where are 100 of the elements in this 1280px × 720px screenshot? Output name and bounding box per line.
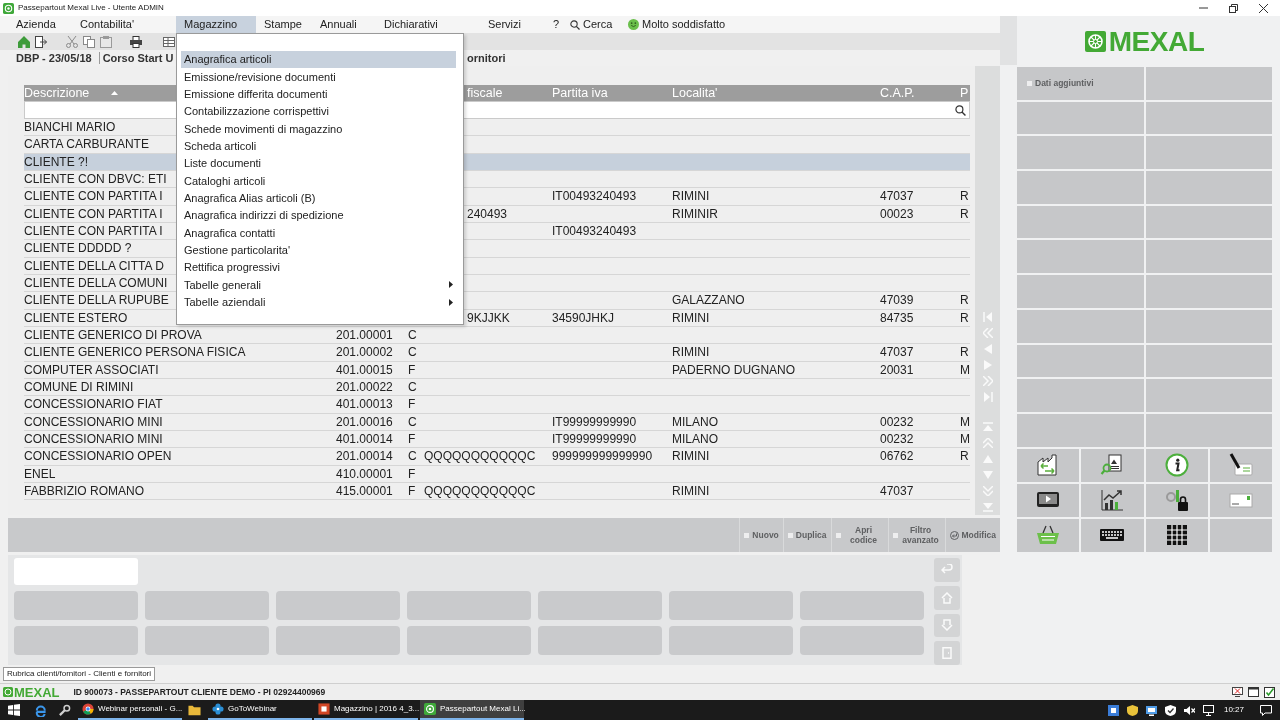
blank-button[interactable]: [538, 626, 662, 655]
table-row[interactable]: COMUNE DI RIMINI 201.00022 C: [24, 378, 970, 397]
table-row[interactable]: CONCESSIONARIO FIAT 401.00013 F: [24, 396, 970, 414]
speaker-muted-icon[interactable]: [1183, 704, 1195, 716]
clock[interactable]: 10:27: [1223, 706, 1244, 714]
scissors-icon[interactable]: [66, 35, 78, 48]
security-icon[interactable]: [1164, 704, 1176, 716]
menu-item[interactable]: Schede movimenti di magazzino: [181, 120, 456, 138]
nav-button[interactable]: [934, 641, 960, 665]
blank-button[interactable]: [407, 591, 531, 620]
blank-button[interactable]: [14, 591, 138, 620]
bottom-icon[interactable]: [982, 502, 993, 512]
panel-button[interactable]: [1145, 171, 1272, 204]
double-up-icon[interactable]: [982, 438, 993, 448]
blank-button[interactable]: [276, 626, 400, 655]
clipboard-icon[interactable]: [100, 35, 112, 48]
blank-button[interactable]: [538, 591, 662, 620]
table-row[interactable]: CONCESSIONARIO OPEN 201.00014 C QQQQQQQQQQQC 999999999999990 RIMINI 06762 R: [24, 448, 970, 466]
panel-button[interactable]: [1145, 205, 1272, 239]
double-down-icon[interactable]: [982, 486, 993, 496]
menu-item[interactable]: Tabelle generali: [181, 276, 456, 294]
panel-button[interactable]: [1145, 344, 1272, 378]
blank-button[interactable]: [407, 626, 531, 655]
menu-item[interactable]: Anagrafica indirizzi di spedizione: [181, 206, 456, 225]
tool-button[interactable]: [1017, 483, 1080, 517]
blank-button[interactable]: [669, 591, 793, 620]
panel-button[interactable]: [1145, 101, 1272, 135]
check-box-icon[interactable]: [1264, 686, 1275, 698]
blank-button[interactable]: [276, 591, 400, 620]
tool-button[interactable]: [1145, 518, 1208, 552]
menu-item[interactable]: Scheda articoli: [181, 137, 456, 155]
last-icon[interactable]: [982, 392, 993, 402]
right-triangle-icon[interactable]: [982, 360, 993, 370]
panel-button[interactable]: [1017, 101, 1144, 135]
menu-item[interactable]: Emissione differita documenti: [181, 85, 456, 103]
up-triangle-icon[interactable]: [982, 454, 993, 464]
table-row[interactable]: CLIENTE GENERICO PERSONA FISICA 201.00002 C RIMINI 47037 R: [24, 344, 970, 362]
panel-button[interactable]: [1017, 240, 1144, 274]
menu-item[interactable]: Contabilizzazione corrispettivi: [181, 103, 456, 121]
menu-item[interactable]: Stampe: [256, 16, 312, 33]
blank-button[interactable]: [145, 626, 269, 655]
panel-button[interactable]: [1145, 67, 1272, 100]
copy-icon[interactable]: [83, 35, 95, 48]
top-icon[interactable]: [982, 422, 993, 432]
display-icon[interactable]: [1145, 704, 1157, 716]
table-row[interactable]: CLIENTE GENERICO DI PROVA 201.00001 C: [24, 326, 970, 345]
menu-item[interactable]: Cerca: [562, 16, 620, 33]
menu-item[interactable]: Anagrafica Alias articoli (B): [181, 189, 456, 207]
table-row[interactable]: CONCESSIONARIO MINI 401.00014 F IT99999999990 MILANO 00232 M: [24, 430, 970, 449]
tool-button[interactable]: [1209, 448, 1272, 482]
panel-button[interactable]: [1145, 379, 1272, 412]
menu-item[interactable]: ?: [545, 16, 562, 33]
panel-button[interactable]: [1017, 379, 1144, 412]
panel-button[interactable]: [1017, 275, 1144, 308]
printer-icon[interactable]: [130, 35, 142, 48]
panel-button[interactable]: [1017, 136, 1144, 170]
panel-button[interactable]: [1145, 309, 1272, 343]
menu-item[interactable]: Magazzino: [176, 16, 256, 33]
tile-icon[interactable]: [1107, 704, 1119, 716]
first-icon[interactable]: [982, 312, 993, 322]
menu-item[interactable]: Rettifica progressivi: [181, 258, 456, 277]
blank-button[interactable]: [145, 591, 269, 620]
input-field[interactable]: [14, 558, 138, 585]
menu-item[interactable]: Anagrafica articoli: [181, 51, 456, 69]
double-right-icon[interactable]: [982, 376, 993, 386]
menu-item[interactable]: Dichiarativi: [376, 16, 480, 33]
monitor-x-icon[interactable]: [1232, 687, 1243, 697]
menu-item[interactable]: Molto soddisfatto: [620, 16, 740, 33]
window-icon[interactable]: [1248, 687, 1259, 697]
panel-button[interactable]: [1145, 136, 1272, 170]
tool-button[interactable]: [1145, 483, 1208, 517]
nav-button[interactable]: [934, 558, 960, 582]
table-icon[interactable]: [163, 35, 175, 48]
menu-item[interactable]: Liste documenti: [181, 154, 456, 173]
sort-ascending-icon[interactable]: [111, 91, 119, 95]
taskbar-button[interactable]: Passepartout Mexal Li...: [420, 700, 524, 720]
table-row[interactable]: FABBRIZIO ROMANO 415.00001 F QQQQQQQQQQQC RIMINI 47037: [24, 482, 970, 501]
tool-button[interactable]: [1081, 483, 1144, 517]
menu-item[interactable]: Azienda: [8, 16, 72, 33]
notification-icon[interactable]: [1260, 704, 1272, 716]
panel-button[interactable]: [1017, 344, 1144, 378]
menu-item[interactable]: Emissione/revisione documenti: [181, 68, 456, 86]
panel-button[interactable]: [1017, 171, 1144, 204]
blank-button[interactable]: [800, 591, 924, 620]
panel-button[interactable]: [1145, 240, 1272, 274]
menu-item[interactable]: Servizi: [480, 16, 545, 33]
panel-button[interactable]: [1017, 205, 1144, 239]
menu-item[interactable]: Anagrafica contatti: [181, 224, 456, 242]
taskbar-button[interactable]: GoToWebinar: [208, 700, 312, 720]
exit-icon[interactable]: [35, 35, 47, 48]
menu-item[interactable]: Contabilita': [72, 16, 176, 33]
network-icon[interactable]: [1202, 704, 1214, 716]
menu-item[interactable]: Tabelle aziendali: [181, 293, 456, 311]
menu-item[interactable]: Cataloghi articoli: [181, 172, 456, 190]
menu-item[interactable]: Gestione particolarita': [181, 241, 456, 259]
shield-icon[interactable]: [1126, 704, 1138, 716]
blank-button[interactable]: [669, 626, 793, 655]
panel-button[interactable]: [1145, 275, 1272, 308]
table-row[interactable]: CONCESSIONARIO MINI 201.00016 C IT99999999990 MILANO 00232 M: [24, 413, 970, 431]
panel-button[interactable]: [1017, 309, 1144, 343]
